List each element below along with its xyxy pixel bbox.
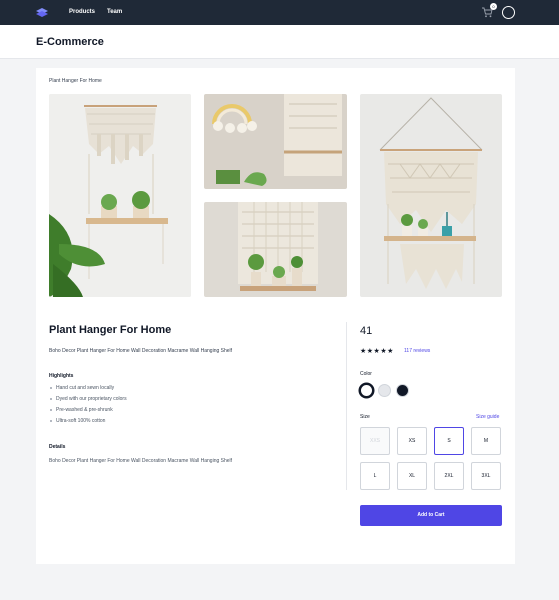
- nav-link-products[interactable]: Products: [69, 9, 95, 15]
- color-swatch-black[interactable]: [396, 384, 409, 397]
- color-swatch-gray[interactable]: [378, 384, 391, 397]
- size-option-xxs[interactable]: XXS: [360, 427, 390, 455]
- product-image-main[interactable]: [49, 94, 191, 297]
- details-heading: Details: [49, 444, 66, 450]
- highlights-heading: Highlights: [49, 373, 74, 379]
- breadcrumb[interactable]: Plant Hanger For Home: [49, 78, 102, 84]
- details-text: Boho Decor Plant Hanger For Home Wall De…: [49, 458, 233, 464]
- cart-count-badge: 0: [490, 3, 497, 10]
- page-title: E-Commerce: [36, 36, 104, 48]
- page-header: E-Commerce: [0, 25, 559, 59]
- size-option-m[interactable]: M: [471, 427, 501, 455]
- add-to-cart-button[interactable]: Add to Cart: [360, 505, 502, 526]
- nav-link-team[interactable]: Team: [107, 9, 122, 15]
- reviews-link[interactable]: 117 reviews: [404, 348, 430, 354]
- size-option-xs[interactable]: XS: [397, 427, 427, 455]
- color-swatch-white[interactable]: [360, 384, 373, 397]
- size-option-2xl[interactable]: 2XL: [434, 462, 464, 490]
- size-option-xl[interactable]: XL: [397, 462, 427, 490]
- highlight-item: Ultra-soft 100% cotton: [49, 419, 127, 430]
- product-image-detail[interactable]: [204, 94, 347, 189]
- product-card: Plant Hanger For Home Plant Hanger For H…: [36, 68, 515, 564]
- user-avatar[interactable]: [502, 6, 515, 19]
- logo-icon[interactable]: [35, 7, 49, 18]
- product-image-full[interactable]: [360, 94, 502, 297]
- top-navbar: Products Team 0: [0, 0, 559, 25]
- size-option-s[interactable]: S: [434, 427, 464, 455]
- size-option-3xl[interactable]: 3XL: [471, 462, 501, 490]
- product-description: Boho Decor Plant Hanger For Home Wall De…: [49, 348, 233, 354]
- size-option-l[interactable]: L: [360, 462, 390, 490]
- product-title: Plant Hanger For Home: [49, 324, 172, 336]
- star-rating-icon: ★★★★★: [360, 348, 394, 355]
- size-label: Size: [360, 414, 370, 420]
- size-guide-link[interactable]: Size guide: [476, 414, 499, 420]
- product-image-shelf[interactable]: [204, 202, 347, 297]
- color-label: Color: [360, 371, 372, 377]
- column-divider: [346, 322, 347, 490]
- highlights-list: Hand cut and sewn locally Dyed with our …: [49, 386, 127, 430]
- product-price: 41: [360, 325, 373, 337]
